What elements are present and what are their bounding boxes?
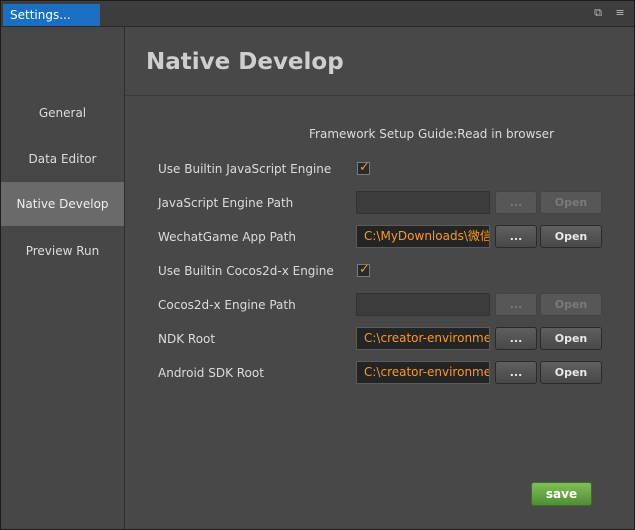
js-engine-path-label: JavaScript Engine Path	[158, 196, 294, 210]
sidebar-item-preview-run[interactable]: Preview Run	[1, 229, 124, 273]
ndk-root-input[interactable]: C:\creator-environmer	[356, 327, 490, 350]
android-sdk-root-input[interactable]: C:\creator-environmer	[356, 361, 490, 384]
menu-icon[interactable]: ≡	[614, 7, 626, 19]
use-builtin-js-engine-checkbox[interactable]: ✓	[357, 160, 370, 175]
cocos2dx-engine-path-label: Cocos2d-x Engine Path	[158, 298, 296, 312]
sidebar-item-data-editor[interactable]: Data Editor	[1, 137, 124, 181]
use-builtin-js-engine-label: Use Builtin JavaScript Engine	[158, 162, 332, 176]
js-engine-path-input[interactable]	[356, 191, 490, 214]
js-engine-path-open-button[interactable]: Open	[540, 191, 602, 214]
android-sdk-root-label: Android SDK Root	[158, 366, 264, 380]
wechatgame-app-path-browse-button[interactable]: ...	[495, 225, 537, 248]
settings-window: Settings... ⧉ ≡ General Data Editor Nati…	[0, 0, 635, 530]
checkmark-icon: ✓	[359, 262, 370, 277]
wechatgame-app-path-label: WechatGame App Path	[158, 230, 296, 244]
sidebar: General Data Editor Native Develop Previ…	[1, 27, 125, 529]
framework-setup-guide-link[interactable]: Framework Setup Guide:Read in browser	[309, 127, 554, 141]
wechatgame-app-path-open-button[interactable]: Open	[540, 225, 602, 248]
title-bar-icons: ⧉ ≡	[592, 7, 626, 19]
wechatgame-app-path-input[interactable]: C:\MyDownloads\微信	[356, 225, 490, 248]
ndk-root-browse-button[interactable]: ...	[495, 327, 537, 350]
cocos2dx-engine-path-open-button[interactable]: Open	[540, 293, 602, 316]
settings-tab[interactable]: Settings...	[3, 4, 100, 26]
cocos2dx-engine-path-input[interactable]	[356, 293, 490, 316]
save-button[interactable]: save	[531, 482, 592, 506]
page-title: Native Develop	[146, 49, 344, 75]
sidebar-item-native-develop[interactable]: Native Develop	[1, 182, 124, 226]
main-panel: Native Develop Framework Setup Guide:Rea…	[125, 27, 634, 529]
android-sdk-root-browse-button[interactable]: ...	[495, 361, 537, 384]
js-engine-path-browse-button[interactable]: ...	[495, 191, 537, 214]
use-builtin-cocos2dx-engine-checkbox[interactable]: ✓	[357, 262, 370, 277]
use-builtin-cocos2dx-engine-label: Use Builtin Cocos2d-x Engine	[158, 264, 334, 278]
page-header: Native Develop	[125, 27, 634, 96]
title-bar: Settings... ⧉ ≡	[1, 1, 634, 27]
restore-icon[interactable]: ⧉	[592, 7, 604, 19]
ndk-root-open-button[interactable]: Open	[540, 327, 602, 350]
android-sdk-root-open-button[interactable]: Open	[540, 361, 602, 384]
ndk-root-label: NDK Root	[158, 332, 216, 346]
sidebar-item-general[interactable]: General	[1, 91, 124, 135]
cocos2dx-engine-path-browse-button[interactable]: ...	[495, 293, 537, 316]
checkmark-icon: ✓	[359, 160, 370, 175]
